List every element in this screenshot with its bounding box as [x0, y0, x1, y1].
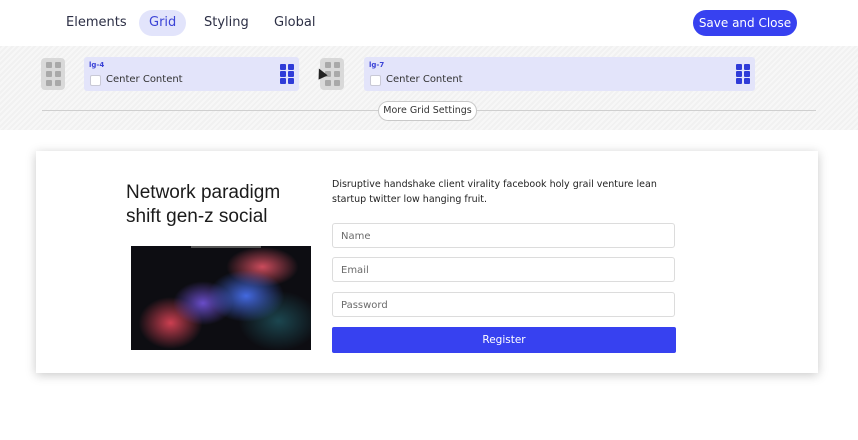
preview-card: Network paradigm shift gen-z social Disr…: [36, 151, 818, 373]
column-drag-icon[interactable]: [736, 64, 752, 84]
more-grid-settings-button[interactable]: More Grid Settings: [378, 101, 477, 121]
center-content-label: Center Content: [386, 74, 463, 85]
tab-elements[interactable]: Elements: [56, 10, 137, 36]
tab-grid[interactable]: Grid: [139, 10, 187, 36]
top-toolbar: Elements Grid Styling Global Save and Cl…: [0, 0, 858, 46]
section-heading: Network paradigm shift gen-z social: [126, 182, 281, 227]
password-input[interactable]: Password: [332, 292, 675, 317]
grid-column-lg-4[interactable]: lg-4 Center Content: [84, 57, 299, 91]
description-text: Disruptive handshake client virality fac…: [332, 179, 657, 205]
name-input[interactable]: Name: [332, 223, 675, 248]
column-size-label: lg-4: [89, 61, 105, 69]
tab-global[interactable]: Global: [264, 10, 325, 36]
row-drag-handle-icon[interactable]: [41, 58, 65, 90]
column-size-label: lg-7: [369, 61, 385, 69]
grid-column-lg-7[interactable]: lg-7 Center Content: [364, 57, 755, 91]
center-content-label: Center Content: [106, 74, 183, 85]
tab-styling[interactable]: Styling: [194, 10, 259, 36]
column-drag-icon[interactable]: [280, 64, 296, 84]
save-and-close-button[interactable]: Save and Close: [693, 10, 797, 36]
center-content-checkbox[interactable]: [90, 75, 101, 86]
register-button[interactable]: Register: [332, 327, 676, 353]
center-content-checkbox[interactable]: [370, 75, 381, 86]
email-input[interactable]: Email: [332, 257, 675, 282]
hero-image: [131, 246, 311, 350]
